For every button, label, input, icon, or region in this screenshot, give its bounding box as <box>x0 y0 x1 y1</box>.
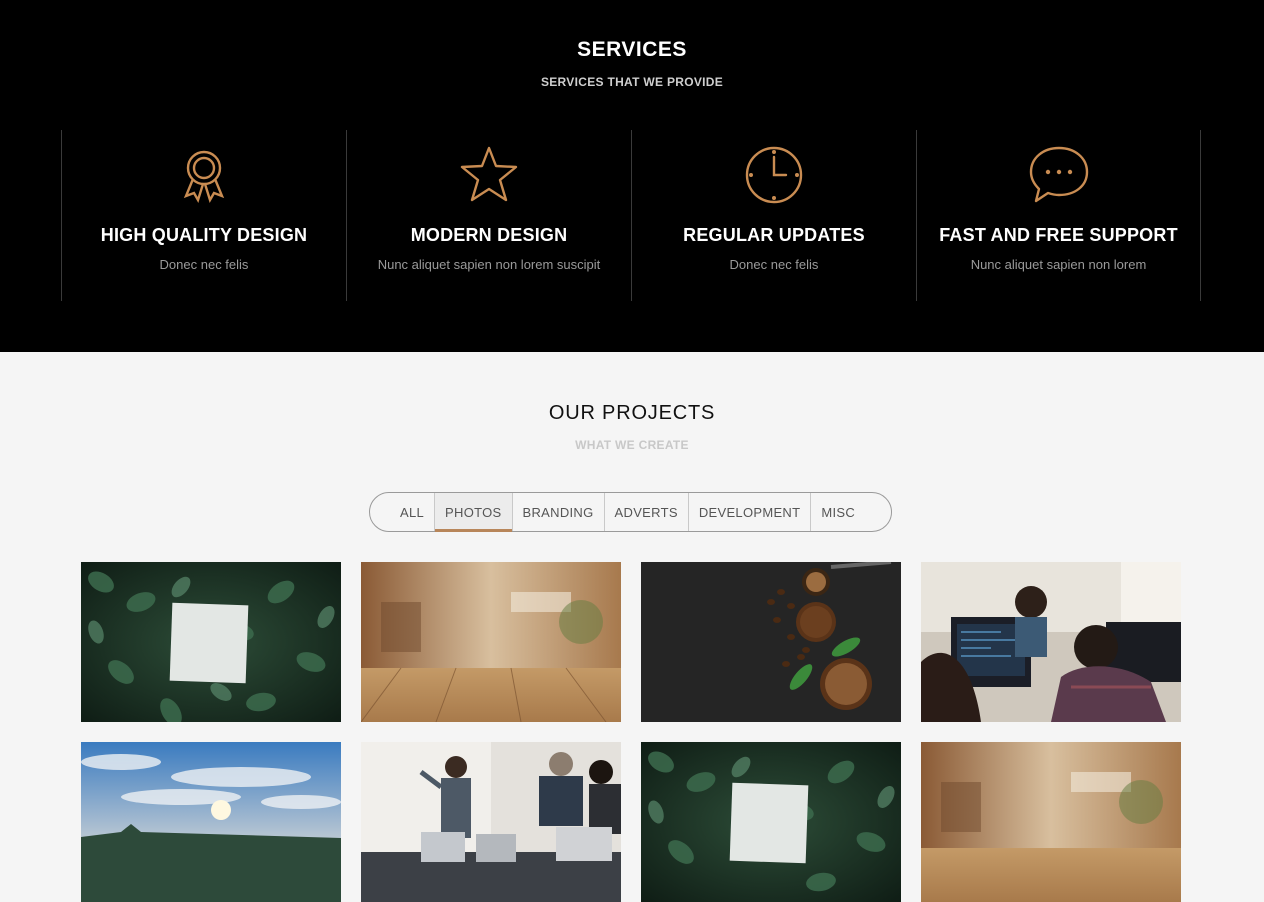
filter-adverts[interactable]: ADVERTS <box>605 493 689 531</box>
service-name: FAST AND FREE SUPPORT <box>939 225 1178 245</box>
service-card: HIGH QUALITY DESIGN Donec nec felis <box>61 130 346 301</box>
services-title: SERVICES <box>577 38 687 61</box>
chat-bubble-icon <box>1028 144 1090 206</box>
service-description: Nunc aliquet sapien non lorem suscipit <box>377 257 601 272</box>
service-card: FAST AND FREE SUPPORT Nunc aliquet sapie… <box>916 130 1201 301</box>
filter-misc[interactable]: MISC <box>811 493 865 531</box>
service-description: Nunc aliquet sapien non lorem <box>970 257 1147 272</box>
projects-section: OUR PROJECTS WHAT WE CREATE ALL PHOTOS B… <box>0 352 1264 902</box>
filter-branding[interactable]: BRANDING <box>513 493 605 531</box>
project-tile-wood-table[interactable] <box>361 562 621 722</box>
filter-development[interactable]: DEVELOPMENT <box>689 493 812 531</box>
clock-icon <box>743 144 805 206</box>
projects-subtitle: WHAT WE CREATE <box>575 438 689 452</box>
service-name: HIGH QUALITY DESIGN <box>100 225 308 245</box>
service-card: REGULAR UPDATES Donec nec felis <box>631 130 916 301</box>
service-description: Donec nec felis <box>159 257 249 272</box>
award-ribbon-icon <box>173 144 235 206</box>
services-subtitle: SERVICES THAT WE PROVIDE <box>540 75 724 89</box>
service-name: REGULAR UPDATES <box>683 225 865 245</box>
project-tile-leaves-card[interactable] <box>81 562 341 722</box>
service-card: MODERN DESIGN Nunc aliquet sapien non lo… <box>346 130 631 301</box>
projects-title: OUR PROJECTS <box>548 402 716 424</box>
services-grid: HIGH QUALITY DESIGN Donec nec felis MODE… <box>61 130 1201 301</box>
project-tile-business-meeting[interactable] <box>361 742 621 902</box>
project-tile-leaves-card[interactable] <box>641 742 901 902</box>
service-name: MODERN DESIGN <box>410 225 568 245</box>
star-icon <box>458 144 520 206</box>
project-tile-coffee-beans[interactable] <box>641 562 901 722</box>
project-tile-office-team[interactable] <box>921 562 1181 722</box>
filter-all[interactable]: ALL <box>390 493 436 531</box>
project-filter-bar: ALL PHOTOS BRANDING ADVERTS DEVELOPMENT … <box>369 492 892 532</box>
filter-photos[interactable]: PHOTOS <box>435 493 513 532</box>
services-section: SERVICES SERVICES THAT WE PROVIDE HIGH Q… <box>0 0 1264 352</box>
project-tile-wood-table[interactable] <box>921 742 1181 902</box>
service-description: Donec nec felis <box>729 257 819 272</box>
project-tile-sky-sunset[interactable] <box>81 742 341 902</box>
